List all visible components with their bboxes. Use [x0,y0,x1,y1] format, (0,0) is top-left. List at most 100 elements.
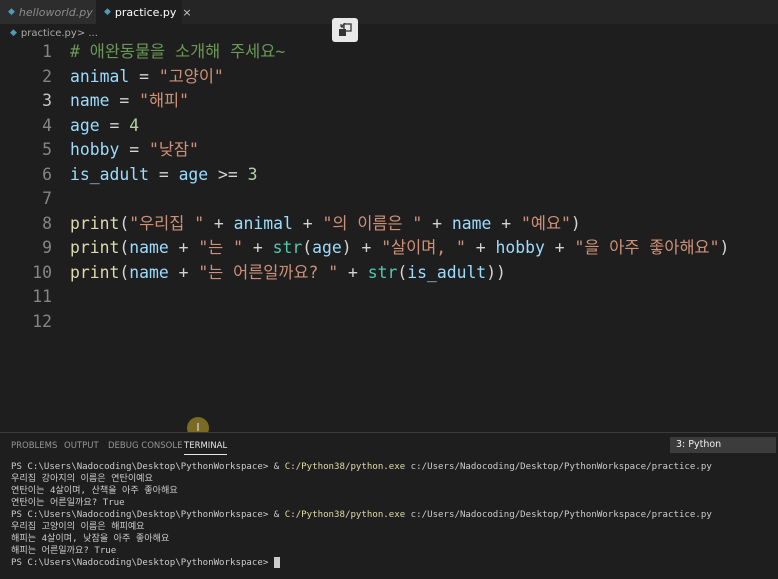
line-code: name = "해피" [70,89,189,113]
tab-terminal[interactable]: TERMINAL [184,441,228,455]
code-line[interactable]: 11 [0,285,778,309]
code-token: age [70,115,100,135]
code-token: 3 [247,164,258,184]
code-line[interactable]: 9 print(name + "는 " + str(age) + "살이며, " … [0,236,778,260]
code-line[interactable]: 10 print(name + "는 어른일까요? " + str(is_adul… [0,261,778,285]
line-number: 1 [42,42,52,61]
tab-problems[interactable]: PROBLEMS [11,441,57,451]
code-token: "살이며, " [381,238,466,257]
code-token: >= [208,164,248,184]
tab-label: helloworld.py [18,5,93,19]
code-token: "예요" [521,213,571,233]
code-token: )) [486,262,506,282]
code-line[interactable]: 7 [0,187,778,211]
code-token: name [129,262,169,282]
terminal-prompt: PS C:\Users\Nadocoding\Desktop\PythonWor… [11,462,285,472]
breadcrumb-file[interactable]: practice.py [21,28,77,39]
line-number: 9 [42,238,52,257]
terminal-line: 연탄이는 어른일까요? True [11,497,712,509]
code-token: str [272,238,303,257]
code-line[interactable]: 8 print("우리집 " + animal + "의 이름은 " + name… [0,212,778,236]
terminal-line: 우리집 고양이의 이름은 해피예요 [11,521,712,533]
code-token: + [338,262,368,282]
code-line[interactable]: 1 # 애완동물을 소개해 주세요~ [0,40,778,64]
line-number: 10 [32,262,52,282]
code-token: "의 이름은 " [322,213,423,233]
python-executable-path: C:/Python38/python.exe [284,462,406,472]
code-token: = [119,140,149,159]
tab-practice[interactable]: ◆ practice.py × [96,0,192,24]
tab-debug-console[interactable]: DEBUG CONSOLE [108,441,182,451]
code-line[interactable]: 3 name = "해피" [0,89,778,113]
code-editor[interactable]: 1 # 애완동물을 소개해 주세요~ 2 animal = "고양이" 3 name = … [0,40,778,340]
line-code: print("우리집 " + animal + "의 이름은 " + name … [70,212,581,236]
terminal-line: 해피는 어른일까요? True [11,545,712,557]
code-token: hobby [70,140,120,159]
code-token: + [204,213,234,233]
editor-tab-bar: ◆ helloworld.py ◆ practice.py × [0,0,778,24]
code-line[interactable]: 5 hobby = "낮잠" [0,138,778,162]
code-token: = [99,115,130,135]
bottom-panel: PROBLEMS OUTPUT DEBUG CONSOLE TERMINAL 3… [0,432,778,579]
code-token: age [312,238,342,257]
code-token: + [243,238,273,257]
terminal-text: 우리집 강아지의 이름은 연탄이예요 [11,474,153,484]
terminal-text: 해피는 어른일까요? True [11,546,117,556]
code-token: "는 어른일까요? " [198,262,339,282]
restore-window-button[interactable] [332,18,358,42]
terminal-cursor [273,557,280,568]
code-token: = [109,91,140,110]
line-code: is_adult = age >= 3 [70,163,258,187]
line-number: 5 [42,140,52,159]
code-token: str [367,262,398,282]
code-token: "고양이" [158,66,224,86]
code-token: "낮잠" [148,140,199,159]
terminal-selector[interactable]: 3: Python [670,437,776,453]
line-number: 3 [42,91,52,110]
code-token: ( [119,238,130,257]
python-file-icon: ◆ [8,7,15,17]
code-token: animal [233,213,293,233]
code-token: is_adult [407,262,487,282]
code-token: ( [397,262,408,282]
code-line[interactable]: 2 animal = "고양이" [0,65,778,89]
terminal-text: 해피는 4살이며, 낮잠을 아주 좋아해요 [11,534,170,544]
code-token: name [70,91,110,110]
line-code: # 애완동물을 소개해 주세요~ [70,40,285,64]
line-code: print(name + "는 어른일까요? " + str(is_adult)… [70,261,506,285]
breadcrumb-separator: > ... [76,27,98,39]
close-icon[interactable]: × [182,6,191,19]
code-line[interactable]: 12 [0,310,778,334]
line-number: 8 [42,213,52,233]
line-number: 7 [42,189,52,208]
terminal-line: 연탄이는 4살이며, 산책을 아주 좋아해요 [11,485,712,497]
code-line[interactable]: 4 age = 4 [0,114,778,138]
code-token: print [70,262,120,282]
tab-label: practice.py [114,5,177,19]
tab-helloworld[interactable]: ◆ helloworld.py [0,0,96,24]
terminal-output[interactable]: PS C:\Users\Nadocoding\Desktop\PythonWor… [11,461,712,569]
code-token: + [422,213,452,233]
line-code: age = 4 [70,114,139,138]
terminal-text: 우리집 고양이의 이름은 해피예요 [11,522,145,532]
line-code: print(name + "는 " + str(age) + "살이며, " +… [70,236,729,260]
terminal-line: PS C:\Users\Nadocoding\Desktop\PythonWor… [11,461,712,473]
code-token: name [451,213,492,233]
code-token: + [292,213,323,233]
code-token: animal [70,66,130,86]
code-token: hobby [495,238,545,257]
line-number: 11 [32,287,52,306]
code-token: is_adult [70,164,149,184]
code-token: "을 아주 좋아해요" [574,238,720,257]
code-token: name [129,238,169,257]
terminal-line: 해피는 4살이며, 낮잠을 아주 좋아해요 [11,533,712,545]
terminal-text: PS C:\Users\Nadocoding\Desktop\PythonWor… [11,558,274,568]
terminal-line: PS C:\Users\Nadocoding\Desktop\PythonWor… [11,557,712,569]
tab-output[interactable]: OUTPUT [64,441,99,451]
code-token: + [465,238,496,257]
code-token: "는 " [198,238,243,257]
code-line[interactable]: 6 is_adult = age >= 3 [0,163,778,187]
line-code: animal = "고양이" [70,65,224,89]
code-token: + [491,213,521,233]
python-executable-path: C:/Python38/python.exe [284,510,406,520]
